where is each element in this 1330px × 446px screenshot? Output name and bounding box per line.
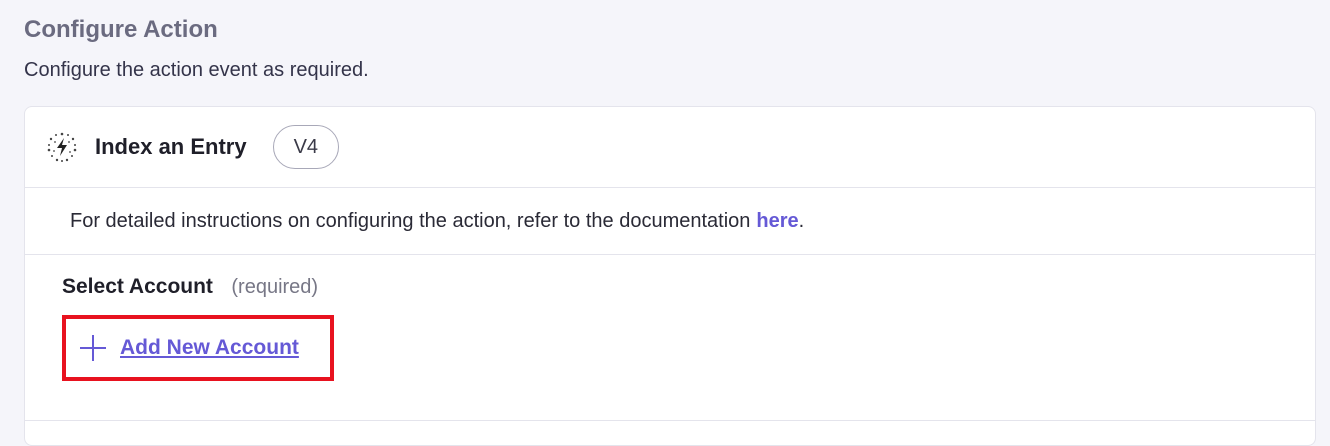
documentation-link[interactable]: here — [756, 210, 798, 233]
documentation-suffix: . — [798, 209, 805, 232]
page-header: Configure Action Configure the action ev… — [24, 14, 369, 84]
sparkle-lightning-icon — [45, 130, 79, 164]
documentation-text: For detailed instructions on configuring… — [70, 209, 751, 232]
action-name: Index an Entry — [95, 134, 247, 159]
page-title: Configure Action — [24, 16, 218, 43]
documentation-note: For detailed instructions on configuring… — [25, 188, 1315, 255]
add-new-account-button[interactable]: Add New Account — [62, 315, 334, 381]
add-new-account-label[interactable]: Add New Account — [120, 336, 299, 360]
version-badge[interactable]: V4 — [272, 125, 340, 169]
action-header: Index an Entry V4 — [25, 107, 1315, 188]
select-account-label: Select Account — [62, 275, 213, 298]
plus-icon — [80, 335, 106, 361]
required-note: (required) — [231, 276, 319, 298]
page-subtitle: Configure the action event as required. — [24, 59, 369, 81]
action-config-card: Index an Entry V4 For detailed instructi… — [24, 106, 1316, 446]
account-field-label: Select Account (required) — [62, 275, 1315, 299]
account-section: Select Account (required) Add New Accoun… — [25, 255, 1315, 421]
